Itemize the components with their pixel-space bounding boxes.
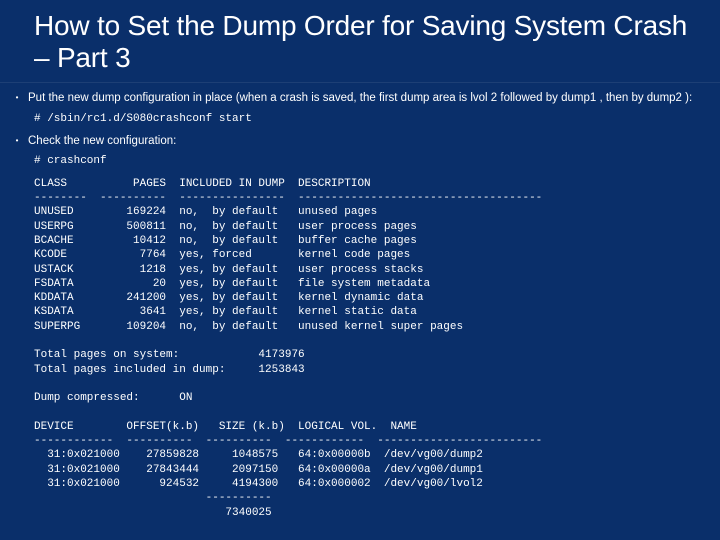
device-table-header: DEVICE OFFSET(k.b) SIZE (k.b) LOGICAL VO… <box>34 421 417 433</box>
device-row: 31:0x021000 27859828 1048575 64:0x00000b… <box>34 449 483 461</box>
bullet-2: • Check the new configuration: <box>6 134 706 148</box>
class-table-divider: -------- ---------- ---------------- ---… <box>34 192 542 204</box>
class-row: BCACHE 10412 no, by default buffer cache… <box>34 235 417 247</box>
class-table: CLASS PAGES INCLUDED IN DUMP DESCRIPTION… <box>34 177 706 520</box>
page-title: How to Set the Dump Order for Saving Sys… <box>34 10 696 74</box>
totals-row: Total pages included in dump: 1253843 <box>34 364 305 376</box>
class-row: USERPG 500811 no, by default user proces… <box>34 221 417 233</box>
slide: How to Set the Dump Order for Saving Sys… <box>0 0 720 540</box>
totals-row: Total pages on system: 4173976 <box>34 349 305 361</box>
content-area: • Put the new dump configuration in plac… <box>0 83 720 519</box>
device-table-divider: ------------ ---------- ---------- -----… <box>34 435 542 447</box>
bullet-1-command: # /sbin/rc1.d/S080crashconf start <box>34 112 706 126</box>
title-block: How to Set the Dump Order for Saving Sys… <box>0 0 720 83</box>
bullet-2-text: Check the new configuration: <box>28 134 176 148</box>
device-row: 31:0x021000 924532 4194300 64:0x000002 /… <box>34 478 483 490</box>
bullet-1-text: Put the new dump configuration in place … <box>28 91 692 105</box>
class-table-header: CLASS PAGES INCLUDED IN DUMP DESCRIPTION <box>34 178 371 190</box>
device-sum-divider: ---------- <box>34 492 272 504</box>
device-row: 31:0x021000 27843444 2097150 64:0x00000a… <box>34 464 483 476</box>
class-row: SUPERPG 109204 no, by default unused ker… <box>34 321 463 333</box>
dump-compressed: Dump compressed: ON <box>34 392 192 404</box>
bullet-2-command: # crashconf <box>34 154 706 168</box>
class-row: KCODE 7764 yes, forced kernel code pages <box>34 249 410 261</box>
bullet-dot-icon: • <box>6 91 28 105</box>
class-row: KDDATA 241200 yes, by default kernel dyn… <box>34 292 423 304</box>
class-row: USTACK 1218 yes, by default user process… <box>34 264 423 276</box>
bullet-1: • Put the new dump configuration in plac… <box>6 91 706 105</box>
class-row: UNUSED 169224 no, by default unused page… <box>34 206 377 218</box>
device-sum: 7340025 <box>34 507 272 519</box>
class-row: FSDATA 20 yes, by default file system me… <box>34 278 430 290</box>
class-row: KSDATA 3641 yes, by default kernel stati… <box>34 306 417 318</box>
bullet-dot-icon: • <box>6 134 28 148</box>
